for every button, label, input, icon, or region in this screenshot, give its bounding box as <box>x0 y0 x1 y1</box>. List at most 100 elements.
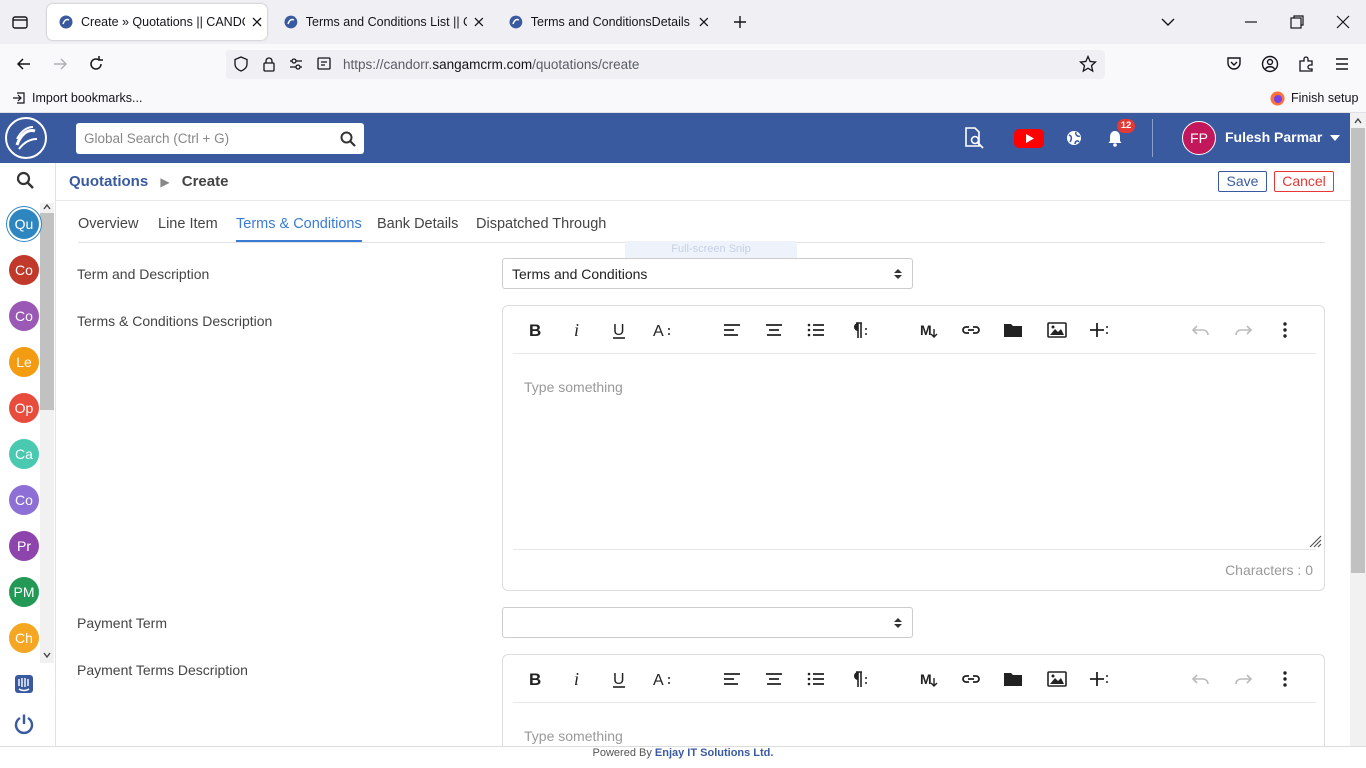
menu-icon[interactable] <box>1333 55 1351 73</box>
close-window-icon[interactable] <box>1333 12 1353 32</box>
global-search-input[interactable]: Global Search (Ctrl + G) <box>76 123 364 154</box>
sidebar-module-0[interactable]: Qu <box>9 209 39 239</box>
term-description-select[interactable]: Terms and Conditions <box>502 258 913 289</box>
breadcrumb-module[interactable]: Quotations <box>69 173 148 190</box>
scroll-up-icon[interactable] <box>43 203 51 211</box>
link-icon[interactable] <box>961 320 981 340</box>
save-button[interactable]: Save <box>1218 171 1267 192</box>
sidebar-module-4[interactable]: Op <box>9 393 39 423</box>
user-menu[interactable]: Fulesh Parmar <box>1225 129 1341 145</box>
payment-term-select[interactable] <box>502 607 913 638</box>
sidebar-scrollbar[interactable] <box>40 203 54 663</box>
tc-editor-input[interactable]: Type something <box>524 379 623 395</box>
restore-icon[interactable] <box>1287 12 1307 32</box>
font-size-icon[interactable]: A <box>652 320 672 340</box>
more-options-icon[interactable] <box>1275 669 1295 689</box>
back-icon[interactable] <box>14 54 34 74</box>
document-search-icon[interactable] <box>963 127 985 149</box>
more-options-icon[interactable] <box>1275 320 1295 340</box>
footer-brand-link[interactable]: Enjay IT Solutions Ltd. <box>655 747 774 759</box>
align-center-icon[interactable] <box>764 669 784 689</box>
redo-icon[interactable] <box>1233 669 1253 689</box>
browser-tab-terms-list[interactable]: Terms and Conditions List || CA <box>272 4 487 40</box>
tab-dispatched-through[interactable]: Dispatched Through <box>476 216 606 240</box>
resize-handle-icon[interactable] <box>1308 534 1322 548</box>
forward-icon[interactable] <box>50 54 70 74</box>
tab-overview-icon[interactable] <box>11 13 29 31</box>
tab-line-item[interactable]: Line Item <box>158 216 218 240</box>
bookmark-star-icon[interactable] <box>1079 55 1097 73</box>
intercom-icon[interactable] <box>14 674 34 694</box>
pocket-icon[interactable] <box>1225 55 1243 73</box>
permissions-icon[interactable] <box>288 56 304 72</box>
sidebar-module-3[interactable]: Le <box>9 347 39 377</box>
sidebar-module-6[interactable]: Co <box>9 485 39 515</box>
new-tab-icon[interactable] <box>731 13 749 31</box>
main-scroll-thumb[interactable] <box>1351 128 1365 573</box>
redo-icon[interactable] <box>1233 320 1253 340</box>
folder-icon[interactable] <box>1003 669 1023 689</box>
sidebar-module-8[interactable]: PM <box>9 577 39 607</box>
app-logo[interactable] <box>5 117 47 159</box>
tab-bank-details[interactable]: Bank Details <box>377 216 458 240</box>
align-left-icon[interactable] <box>722 669 742 689</box>
sidebar-module-9[interactable]: Ch <box>9 623 39 653</box>
lock-icon[interactable] <box>261 56 277 72</box>
insert-more-icon[interactable] <box>1089 320 1109 340</box>
close-tab-icon[interactable] <box>471 14 487 30</box>
ordered-list-icon[interactable] <box>806 669 826 689</box>
browser-tab-create-quotation[interactable]: Create » Quotations || CANDOR <box>47 4 267 40</box>
sidebar-module-7[interactable]: Pr <box>9 531 39 561</box>
italic-icon[interactable]: i <box>568 669 588 689</box>
italic-icon[interactable]: i <box>568 320 588 340</box>
youtube-icon[interactable] <box>1014 129 1044 148</box>
align-left-icon[interactable] <box>722 320 742 340</box>
payment-editor-input[interactable]: Type something <box>524 728 623 744</box>
extensions-icon[interactable] <box>1297 55 1315 73</box>
undo-icon[interactable] <box>1191 320 1211 340</box>
sidebar-module-1[interactable]: Co <box>9 255 39 285</box>
insert-more-icon[interactable] <box>1089 669 1109 689</box>
reload-icon[interactable] <box>86 54 106 74</box>
reader-view-icon[interactable] <box>316 56 332 72</box>
shield-icon[interactable] <box>233 56 249 72</box>
close-tab-icon[interactable] <box>696 14 712 30</box>
paragraph-icon[interactable] <box>848 320 868 340</box>
folder-icon[interactable] <box>1003 320 1023 340</box>
scroll-down-icon[interactable] <box>43 651 51 659</box>
list-tabs-icon[interactable] <box>1158 12 1178 32</box>
bold-icon[interactable]: B <box>526 669 546 689</box>
account-icon[interactable] <box>1261 55 1279 73</box>
sidebar-module-2[interactable]: Co <box>9 301 39 331</box>
cancel-button[interactable]: Cancel <box>1274 171 1334 192</box>
scroll-up-icon[interactable] <box>1354 117 1362 125</box>
markdown-icon[interactable]: M <box>919 669 939 689</box>
image-icon[interactable] <box>1047 320 1067 340</box>
sidebar-module-5[interactable]: Ca <box>9 439 39 469</box>
underline-icon[interactable]: U <box>610 320 630 340</box>
search-icon[interactable] <box>340 131 356 147</box>
globe-icon[interactable] <box>1066 130 1082 146</box>
user-avatar[interactable]: FP <box>1182 121 1216 155</box>
minimize-icon[interactable] <box>1241 12 1261 32</box>
finish-setup-link[interactable]: Finish setup <box>1291 91 1358 105</box>
align-center-icon[interactable] <box>764 320 784 340</box>
font-size-icon[interactable]: A <box>652 669 672 689</box>
bold-icon[interactable]: B <box>526 320 546 340</box>
paragraph-icon[interactable] <box>848 669 868 689</box>
tab-terms-conditions[interactable]: Terms & Conditions <box>236 216 362 242</box>
undo-icon[interactable] <box>1191 669 1211 689</box>
sidebar-search-icon[interactable] <box>16 171 34 189</box>
tab-overview[interactable]: Overview <box>78 216 138 240</box>
url-bar[interactable]: https://candorr.sangamcrm.com/quotations… <box>226 50 1105 79</box>
browser-tab-terms-details[interactable]: Terms and ConditionsDetails || C <box>497 4 712 40</box>
sidebar-scroll-thumb[interactable] <box>40 213 54 410</box>
link-icon[interactable] <box>961 669 981 689</box>
underline-icon[interactable]: U <box>610 669 630 689</box>
image-icon[interactable] <box>1047 669 1067 689</box>
import-bookmarks-link[interactable]: Import bookmarks... <box>32 91 142 105</box>
power-logout-icon[interactable] <box>13 713 35 735</box>
ordered-list-icon[interactable] <box>806 320 826 340</box>
markdown-icon[interactable]: M <box>919 320 939 340</box>
close-tab-icon[interactable] <box>249 14 265 30</box>
